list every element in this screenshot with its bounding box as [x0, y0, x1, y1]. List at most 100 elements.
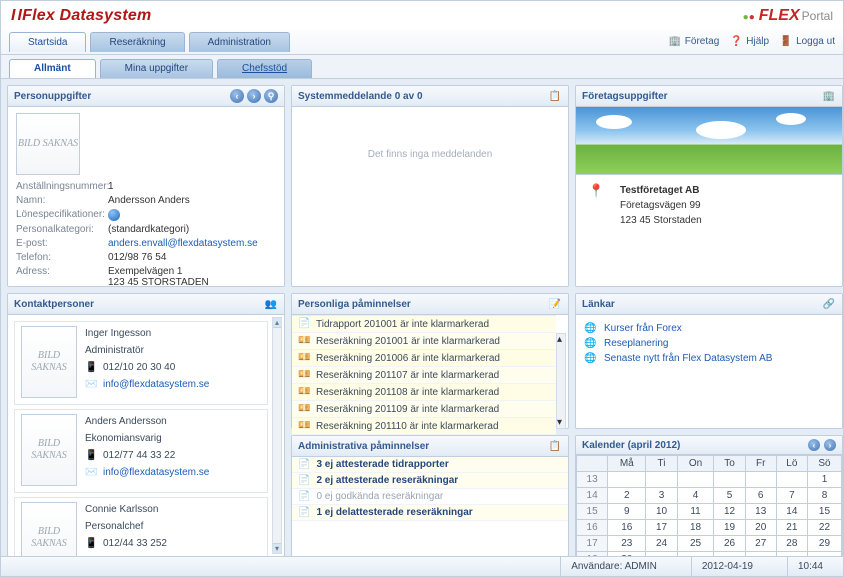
external-link[interactable]: 🌐Senaste nytt från Flex Datasystem AB — [584, 351, 834, 366]
calendar-day[interactable]: 3 — [646, 488, 677, 504]
reminder-item[interactable]: Reseräkning 201001 är inte klarmarkerad — [292, 333, 556, 350]
scroll-down-icon[interactable]: ▾ — [557, 417, 565, 428]
mail-icon: ✉️ — [85, 379, 97, 390]
tab-startsida[interactable]: Startsida — [9, 32, 86, 52]
admin-reminder-item[interactable]: 0 ej godkända reseräkningar — [292, 489, 568, 505]
external-link[interactable]: 🌐Kurser från Forex — [584, 321, 834, 336]
contact-role: Personalchef — [85, 521, 167, 532]
calendar-day[interactable]: 21 — [776, 520, 807, 536]
link-logout[interactable]: 🚪 Logga ut — [779, 35, 835, 49]
calendar-week-num: 17 — [577, 536, 608, 552]
calendar-day[interactable]: 2 — [608, 488, 646, 504]
calendar-day[interactable]: 22 — [807, 520, 841, 536]
external-link[interactable]: 🌐Reseplanering — [584, 336, 834, 351]
link-help[interactable]: ❓ Hjälp — [729, 35, 769, 49]
calendar-day[interactable]: 16 — [608, 520, 646, 536]
calendar-day[interactable]: 4 — [677, 488, 714, 504]
calendar-day[interactable]: 5 — [714, 488, 745, 504]
status-date: 2012-04-19 — [691, 557, 763, 576]
tab-administration[interactable]: Administration — [189, 32, 290, 52]
contact-role: Ekonomiansvarig — [85, 433, 209, 444]
subtab-allmant[interactable]: Allmänt — [9, 59, 96, 78]
calendar-day[interactable] — [608, 472, 646, 488]
tab-reserakning[interactable]: Reseräkning — [90, 32, 184, 52]
cal-prev-button[interactable]: ‹ — [808, 439, 820, 451]
calendar-day[interactable] — [646, 472, 677, 488]
scroll-down-icon[interactable]: ▾ — [273, 543, 281, 553]
reminder-item[interactable]: Tidrapport 201001 är inte klarmarkerad — [292, 316, 556, 333]
panel-prem-body: ▴ ▾ Tidrapport 201001 är inte klarmarker… — [292, 315, 568, 431]
calendar-day[interactable] — [745, 472, 776, 488]
scroll-up-icon[interactable]: ▴ — [273, 318, 281, 328]
scroll-up-icon[interactable]: ▴ — [557, 334, 565, 345]
calendar-day[interactable]: 15 — [807, 504, 841, 520]
calendar-day[interactable]: 18 — [677, 520, 714, 536]
panel-cal-header: Kalender (april 2012) ‹ › — [576, 436, 842, 455]
primary-tabs: Startsida Reseräkning Administration — [9, 32, 290, 52]
calendar-day[interactable]: 12 — [714, 504, 745, 520]
reminder-item[interactable]: Reseräkning 201108 är inte klarmarkerad — [292, 384, 556, 401]
subtab-mina-uppgifter[interactable]: Mina uppgifter — [100, 59, 213, 78]
calendar-day[interactable] — [714, 472, 745, 488]
panel-systemmeddelande: Systemmeddelande 0 av 0 📋 Det finns inga… — [291, 85, 569, 287]
calendar-day[interactable]: 14 — [776, 504, 807, 520]
calendar-day[interactable]: 20 — [745, 520, 776, 536]
panel-admin-header: Administrativa påminnelser 📋 — [292, 436, 568, 457]
reminders-scrollbar[interactable]: ▴ ▾ — [556, 333, 566, 429]
value-lonespec[interactable] — [108, 209, 276, 221]
subtab-chefsstod[interactable]: Chefsstöd — [217, 59, 312, 78]
calendar-day[interactable] — [677, 472, 714, 488]
calendar-day[interactable]: 11 — [677, 504, 714, 520]
admin-reminder-item[interactable]: 2 ej attesterade reseräkningar — [292, 473, 568, 489]
secondary-tab-row: Allmänt Mina uppgifter Chefsstöd — [1, 55, 843, 79]
person-next-button[interactable]: › — [247, 89, 261, 103]
panel-company-title: Företagsuppgifter — [582, 91, 668, 102]
document-icon — [298, 459, 310, 470]
cal-next-button[interactable]: › — [824, 439, 836, 451]
panel-kalender: Kalender (april 2012) ‹ › Må Ti On To Fr… — [575, 435, 843, 556]
label-epost: E-post: — [16, 238, 108, 249]
status-bar: Användare: ADMIN 2012-04-19 10:44 — [1, 556, 843, 576]
calendar-table: Må Ti On To Fr Lö Sö 131 142345678 15910… — [576, 455, 842, 556]
reminder-item[interactable]: Reseräkning 201107 är inte klarmarkerad — [292, 367, 556, 384]
company-info: 📍 Testföretaget AB Företagsvägen 99 123 … — [576, 175, 842, 236]
admin-reminder-item[interactable]: 3 ej attesterade tidrapporter — [292, 457, 568, 473]
calendar-day[interactable]: 8 — [807, 488, 841, 504]
calendar-day[interactable]: 24 — [646, 536, 677, 552]
value-adress: Exempelvägen 1 123 45 STORSTADEN — [108, 266, 276, 286]
document-icon — [298, 318, 310, 330]
company-street: Företagsvägen 99 — [620, 200, 701, 211]
reminder-item[interactable]: Reseräkning 201110 är inte klarmarkerad — [292, 418, 556, 435]
logout-icon: 🚪 — [779, 35, 793, 49]
phone-icon: 📱 — [85, 362, 97, 373]
calendar-day[interactable]: 17 — [646, 520, 677, 536]
calendar-day[interactable]: 13 — [745, 504, 776, 520]
contacts-scrollbar[interactable]: ▴ ▾ — [272, 317, 282, 554]
calendar-day[interactable]: 1 — [807, 472, 841, 488]
admin-reminder-item[interactable]: 1 ej delattesterade reseräkningar — [292, 505, 568, 521]
value-epost[interactable]: anders.envall@flexdatasystem.se — [108, 238, 276, 249]
contact-photo: BILD SAKNAS — [21, 326, 77, 398]
lonespec-icon — [108, 209, 120, 221]
calendar-day[interactable]: 23 — [608, 536, 646, 552]
calendar-day[interactable] — [776, 472, 807, 488]
reminder-item[interactable]: Reseräkning 201006 är inte klarmarkerad — [292, 350, 556, 367]
company-icon: 🏢 — [822, 89, 836, 103]
reminder-item[interactable]: Reseräkning 201109 är inte klarmarkerad — [292, 401, 556, 418]
calendar-day[interactable]: 28 — [776, 536, 807, 552]
contact-email[interactable]: info@flexdatasystem.se — [103, 467, 209, 478]
calendar-day[interactable]: 29 — [807, 536, 841, 552]
calendar-day[interactable]: 19 — [714, 520, 745, 536]
calendar-day[interactable]: 9 — [608, 504, 646, 520]
calendar-day[interactable]: 26 — [714, 536, 745, 552]
person-search-button[interactable]: ⚲ — [264, 89, 278, 103]
calendar-day[interactable]: 10 — [646, 504, 677, 520]
link-foretag[interactable]: 🏢 Företag — [668, 35, 719, 49]
calendar-day[interactable]: 25 — [677, 536, 714, 552]
calendar-day[interactable]: 7 — [776, 488, 807, 504]
calendar-day[interactable]: 27 — [745, 536, 776, 552]
calendar-day[interactable]: 6 — [745, 488, 776, 504]
person-prev-button[interactable]: ‹ — [230, 89, 244, 103]
contact-email[interactable]: info@flexdatasystem.se — [103, 379, 209, 390]
globe-icon: 🌐 — [584, 353, 598, 364]
